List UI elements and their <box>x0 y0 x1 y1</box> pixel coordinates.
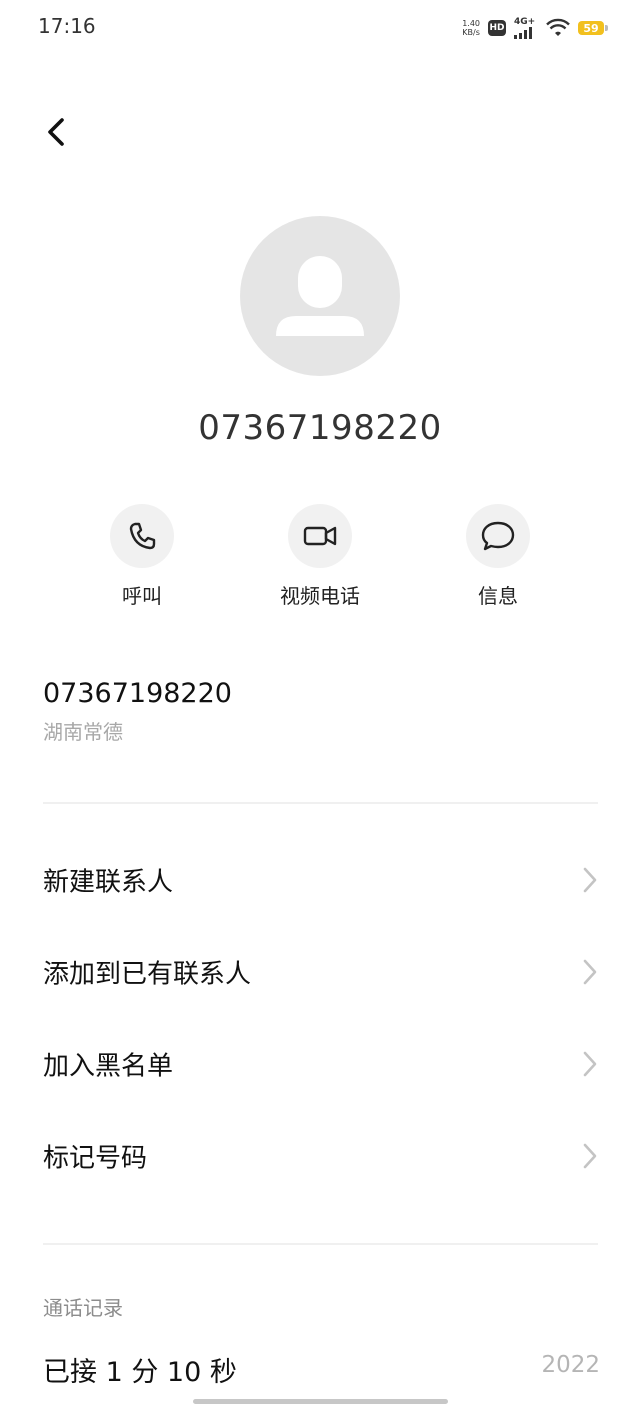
network-speed-value: 1.40 <box>462 19 480 28</box>
video-camera-icon <box>303 526 337 546</box>
divider <box>43 1243 598 1245</box>
contact-number-title: 07367198220 <box>198 408 442 448</box>
hd-icon: HD <box>488 20 506 36</box>
call-log-status: 已接 1 分 10 秒 <box>43 1357 237 1388</box>
network-speed: 1.40 KB/s <box>462 19 480 37</box>
message-bubble-icon <box>481 521 515 551</box>
menu-item-label: 添加到已有联系人 <box>43 959 252 990</box>
back-button[interactable] <box>34 110 78 154</box>
call-action-label: 呼叫 <box>122 584 162 608</box>
chevron-right-icon <box>583 867 597 893</box>
avatar <box>240 216 400 376</box>
wifi-icon <box>546 18 570 36</box>
add-to-existing-contact-row[interactable]: 添加到已有联系人 <box>0 926 640 1018</box>
person-icon <box>276 256 364 336</box>
menu-item-label: 新建联系人 <box>43 867 174 898</box>
info-location: 湖南常德 <box>43 720 123 744</box>
call-log-row[interactable]: 已接 1 分 10 秒 2022 <box>0 1338 640 1398</box>
battery-icon: 59 <box>578 21 608 35</box>
message-action-button[interactable]: 信息 <box>433 504 563 609</box>
menu-item-label: 加入黑名单 <box>43 1051 174 1082</box>
chevron-right-icon <box>583 1051 597 1077</box>
status-icons: 1.40 KB/s HD 4G+ 59 <box>462 14 608 42</box>
info-phone-number[interactable]: 07367198220 <box>43 678 232 709</box>
call-log-time: 2022 <box>541 1352 600 1378</box>
video-call-action-circle <box>288 504 352 568</box>
add-to-blacklist-row[interactable]: 加入黑名单 <box>0 1018 640 1110</box>
menu-item-label: 标记号码 <box>43 1143 148 1174</box>
divider <box>43 802 598 804</box>
new-contact-row[interactable]: 新建联系人 <box>0 834 640 926</box>
chevron-right-icon <box>583 959 597 985</box>
network-speed-unit: KB/s <box>462 28 480 37</box>
network-type-label: 4G+ <box>514 16 536 27</box>
chevron-left-icon <box>48 118 64 146</box>
phone-icon <box>129 522 156 550</box>
status-time: 17:16 <box>38 14 96 38</box>
video-call-action-label: 视频电话 <box>280 584 360 608</box>
video-call-action-button[interactable]: 视频电话 <box>255 504 385 609</box>
message-action-circle <box>466 504 530 568</box>
chevron-right-icon <box>583 1143 597 1169</box>
mark-number-row[interactable]: 标记号码 <box>0 1110 640 1202</box>
call-action-circle <box>110 504 174 568</box>
cellular-signal-icon: 4G+ <box>514 16 538 39</box>
call-log-header: 通话记录 <box>43 1296 123 1320</box>
home-indicator[interactable] <box>193 1399 448 1404</box>
message-action-label: 信息 <box>478 584 518 608</box>
call-action-button[interactable]: 呼叫 <box>77 504 207 609</box>
